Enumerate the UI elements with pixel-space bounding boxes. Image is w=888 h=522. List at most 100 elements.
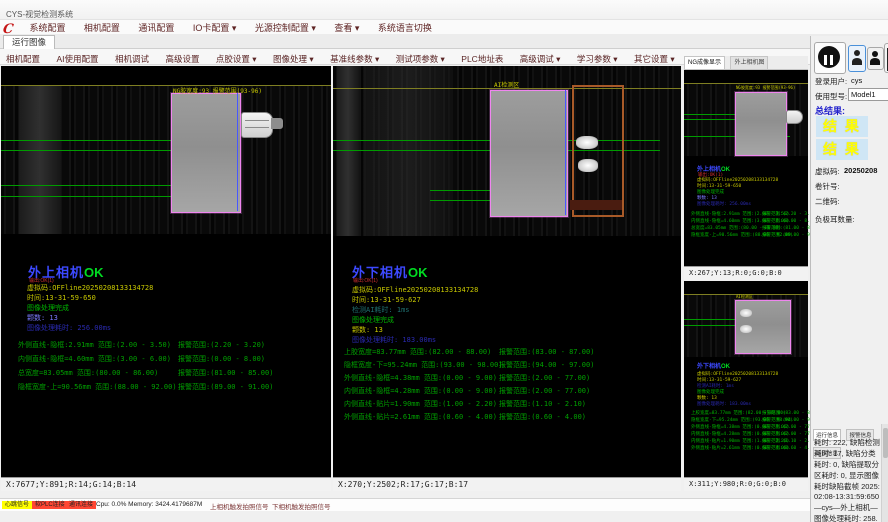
info-tabs: 运行信息 报警信息 错误信息 <box>813 424 883 435</box>
menu-camera-config[interactable]: 相机配置 <box>77 20 127 34</box>
upper-camera-trigger-status: 上相机触发拍照信号 <box>210 501 269 511</box>
image-annotation: NG胶宽度:93 报警范围(93-96) <box>736 85 795 91</box>
dark-red-band <box>570 200 622 210</box>
reference-line-yellow <box>684 83 808 84</box>
machine-column <box>337 66 359 236</box>
measurement-row: 外侧直线-贴片=2.61mm 范围:(0.60 - 4.00) <box>344 412 497 422</box>
edge-line-blue <box>237 93 238 211</box>
menu-io-config[interactable]: IO卡配置 ▾ <box>186 20 244 34</box>
tool-advanced-settings[interactable]: 高级设置 <box>159 51 205 65</box>
time-line: 时间:13-31-59-627 <box>352 295 421 305</box>
cell-block <box>490 90 568 217</box>
tab-ng-display[interactable]: NG成像显示 <box>684 56 725 69</box>
tool-ai-config[interactable]: AI使用配置 <box>50 51 104 65</box>
tab-connector <box>786 110 803 124</box>
tool-test-params[interactable]: 测试项参数 ▾ <box>390 51 451 65</box>
comm-connection-badge: 通讯连接 <box>66 501 96 509</box>
pause-icon <box>818 46 840 68</box>
camera-view-upper[interactable]: NG胶宽度:93 报警范围(93-96) 外上相机OK 输出:OK(1) 虚拟码… <box>1 66 331 491</box>
user-switch-button[interactable] <box>867 47 884 70</box>
pause-button[interactable] <box>814 42 846 74</box>
machine-column <box>19 86 61 234</box>
tool-camera-config[interactable]: 相机配置 <box>0 51 46 65</box>
negative-tab-count-label: 负极耳数量: <box>815 214 855 225</box>
tab-upper-camera-image[interactable]: 外上相机图 <box>730 56 768 69</box>
alarm-range: 报警范围:(2.00 - 77.00) <box>499 373 590 383</box>
tool-other-settings[interactable]: 其它设置 ▾ <box>628 51 681 65</box>
mini-view-tabs: NG成像显示 外上相机图 外下相机图 <box>684 56 808 70</box>
window-title: CYS-视觉检测系统 <box>6 9 73 20</box>
count-line: 颗数: 13 <box>27 313 58 323</box>
login-user-button[interactable] <box>848 45 866 72</box>
info-scrollbar[interactable] <box>881 424 888 522</box>
menu-bar: C 系统配置 相机配置 通讯配置 IO卡配置 ▾ 光源控制配置 ▾ 查看 ▾ 系… <box>0 20 888 34</box>
model-select[interactable]: Model1 <box>848 88 888 101</box>
title-bar: CYS-视觉检测系统 <box>0 0 888 20</box>
machine-column <box>363 66 453 236</box>
pixel-coordinate-status: X:270;Y:2502;R:17;G:17;B:17 <box>333 477 681 491</box>
alarm-range: 报警范围:(94.00 - 97.00) <box>499 360 594 370</box>
elapsed-line: 图像处理耗时: 256.00ms <box>27 323 111 333</box>
bottom-status-bar: 心跳信号 软PLC连接 通讯连接 Cpu: 0.0% Memory: 3424.… <box>0 498 810 511</box>
model-label: 使用型号: <box>815 91 847 102</box>
user-dark-icon <box>872 51 878 57</box>
count-line: 颗数: 13 <box>352 325 383 335</box>
tool-plc-address-table[interactable]: PLC地址表 <box>455 51 509 65</box>
needle-number-label: 卷针号: <box>815 181 840 192</box>
result-ok-text: OK <box>84 265 104 280</box>
mini-view-upper[interactable]: NG胶宽度:93 报警范围(93-96) 外上相机OK 输出:OK(1) 虚拟码… <box>684 70 808 280</box>
tab-row: 运行图像 <box>0 34 888 49</box>
tool-glue-settings[interactable]: 点胶设置 ▾ <box>210 51 263 65</box>
menu-view[interactable]: 查看 ▾ <box>327 20 366 34</box>
output-line: 输出:OK(1) <box>353 277 378 284</box>
cell-block <box>171 93 241 213</box>
tab-connector-stub <box>271 118 283 129</box>
bright-feature <box>740 325 752 333</box>
alarm-range: 报警范围:(83.00 - 87.00) <box>499 347 594 357</box>
tool-advanced-debug[interactable]: 高级调试 ▾ <box>514 51 567 65</box>
pixel-coordinate-status: X:311;Y:980;R:0;G:0;B:0 <box>684 477 808 491</box>
login-user-label: 登录用户: <box>815 76 847 87</box>
tool-learning-params[interactable]: 学习参数 ▾ <box>571 51 624 65</box>
measurement-row: 隐框宽度-下=95.24mm 范围:(93.00 - 98.00) <box>344 360 503 370</box>
process-done-line: 图像处理完成 <box>27 303 69 313</box>
mini-elapsed-line: 图像处理耗时: 256.00ms <box>697 201 751 207</box>
result-ok-text: OK <box>408 265 428 280</box>
alarm-range: 报警范围:(2.00 - 77.00) <box>499 386 590 396</box>
plc-connection-badge: 软PLC连接 <box>32 501 68 509</box>
tool-camera-debug[interactable]: 相机调试 <box>109 51 155 65</box>
tool-baseline-params[interactable]: 基准线参数 ▾ <box>324 51 385 65</box>
measurement-row: 上胶宽度=83.77mm 范围:(82.00 - 88.00) <box>344 347 491 357</box>
menu-language-switch[interactable]: 系统语言切换 <box>371 20 439 34</box>
tab-connector <box>241 112 273 138</box>
alarm-range: 报警范围:(2.20 - 3.20) <box>178 340 265 350</box>
measurement-row: 总宽度=83.05mm 范围:(80.00 - 86.00) <box>18 368 158 378</box>
camera-view-lower[interactable]: AI检测区 外下相机OK 输出:OK(1) 虚拟码:OFFline2025020… <box>333 66 681 491</box>
alarm-range: 报警范围:(81.00 - 85.00) <box>178 368 273 378</box>
barcode-line: 虚拟码:OFFline20250208133134728 <box>352 285 478 295</box>
cpu-memory-status: Cpu: 0.0% Memory: 3424.4179687M <box>96 501 202 508</box>
image-annotation: NG胶宽度:93 报警范围(93-96) <box>173 86 262 95</box>
info-scrollbar-thumb[interactable] <box>883 428 888 458</box>
ai-region-label: AI检测区 <box>494 80 519 89</box>
qrcode-label: 二维码: <box>815 196 840 207</box>
menu-light-config[interactable]: 光源控制配置 ▾ <box>248 20 323 34</box>
right-control-panel: 登录用户: cys 使用型号: Model1 总结果: 结 果 结 果 虚拟码:… <box>810 36 888 522</box>
measurement-row: 内侧直线-隐框=4.60mm 范围:(3.00 - 6.00) <box>18 354 171 364</box>
bright-feature <box>576 136 598 149</box>
mini-camera-title: 外下相机OK <box>697 361 730 370</box>
alarm-range: 报警范围:(0.60 - 4.00) <box>499 412 586 422</box>
tab-run-image[interactable]: 运行图像 <box>3 35 55 49</box>
result-box-lower: 结 果 <box>816 139 868 160</box>
tool-image-processing[interactable]: 图像处理 ▾ <box>267 51 320 65</box>
mini-view-lower[interactable]: AI检测区 外下相机OK 虚拟码:OFFline2025020813313472… <box>684 281 808 491</box>
elapsed-line: 图像处理耗时: 183.00ms <box>352 335 436 345</box>
exit-button[interactable] <box>884 43 888 73</box>
barcode-line: 虚拟码:OFFline20250208133134728 <box>27 283 153 293</box>
reference-line-yellow <box>1 85 331 86</box>
measurement-row: 内侧直线-贴片=1.90mm 范围:(1.00 - 2.20) <box>344 399 497 409</box>
menu-system-config[interactable]: 系统配置 <box>22 20 72 34</box>
menu-comm-config[interactable]: 通讯配置 <box>131 20 181 34</box>
barcode-value: 20250208 <box>844 166 877 175</box>
app-window: CYS-视觉检测系统 C 系统配置 相机配置 通讯配置 IO卡配置 ▾ 光源控制… <box>0 0 888 522</box>
